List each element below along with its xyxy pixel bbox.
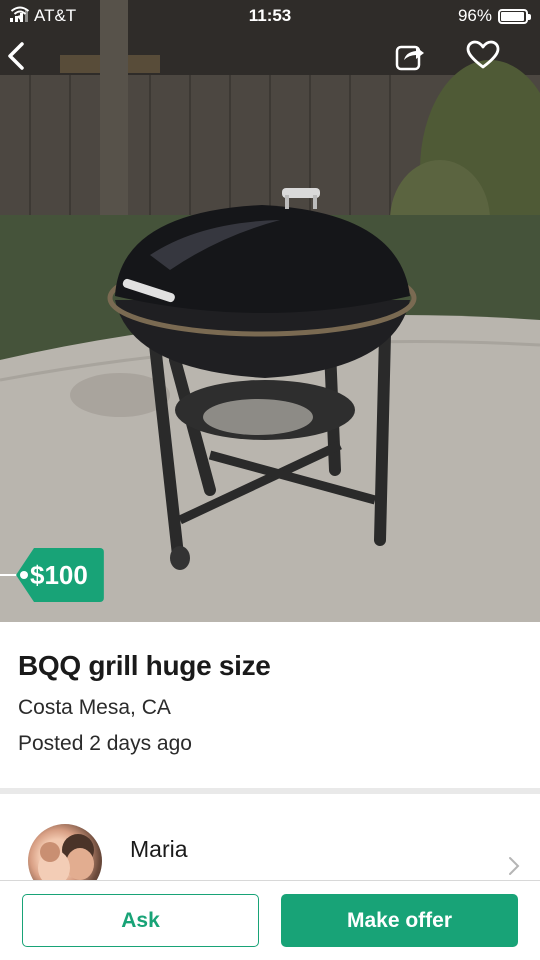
battery-fill [501,11,525,21]
listing-photo[interactable]: AT&T 11:53 96% $100 [0,0,540,622]
ask-button[interactable]: Ask [22,894,259,947]
chevron-left-icon [8,42,24,70]
battery-percent: 96% [457,6,492,25]
listing-title: BQQ grill huge size [18,650,271,681]
price-tag: $100 [0,548,104,602]
price-label: $100 [16,548,104,602]
action-bar: Ask Make offer [0,880,540,960]
back-button[interactable] [4,40,44,80]
share-icon [395,45,424,71]
heart-icon [466,40,500,69]
share-button[interactable] [394,40,434,80]
listing-location: Costa Mesa, CA [18,696,171,719]
seller-row[interactable]: Maria [0,808,540,898]
seller-name: Maria [130,836,188,862]
section-divider [0,788,540,794]
battery-icon [498,8,531,24]
favorite-button[interactable] [466,40,506,80]
grill-photo-illustration [0,0,540,622]
listing-details: BQQ grill huge size Costa Mesa, CA Poste… [18,650,522,756]
status-right: 96% [457,6,531,26]
status-bar: AT&T 11:53 96% [0,0,540,32]
price-tag-hole [20,571,28,579]
make-offer-button[interactable]: Make offer [281,894,518,947]
listing-posted-time: Posted 2 days ago [18,732,192,755]
chevron-right-icon [509,857,520,875]
